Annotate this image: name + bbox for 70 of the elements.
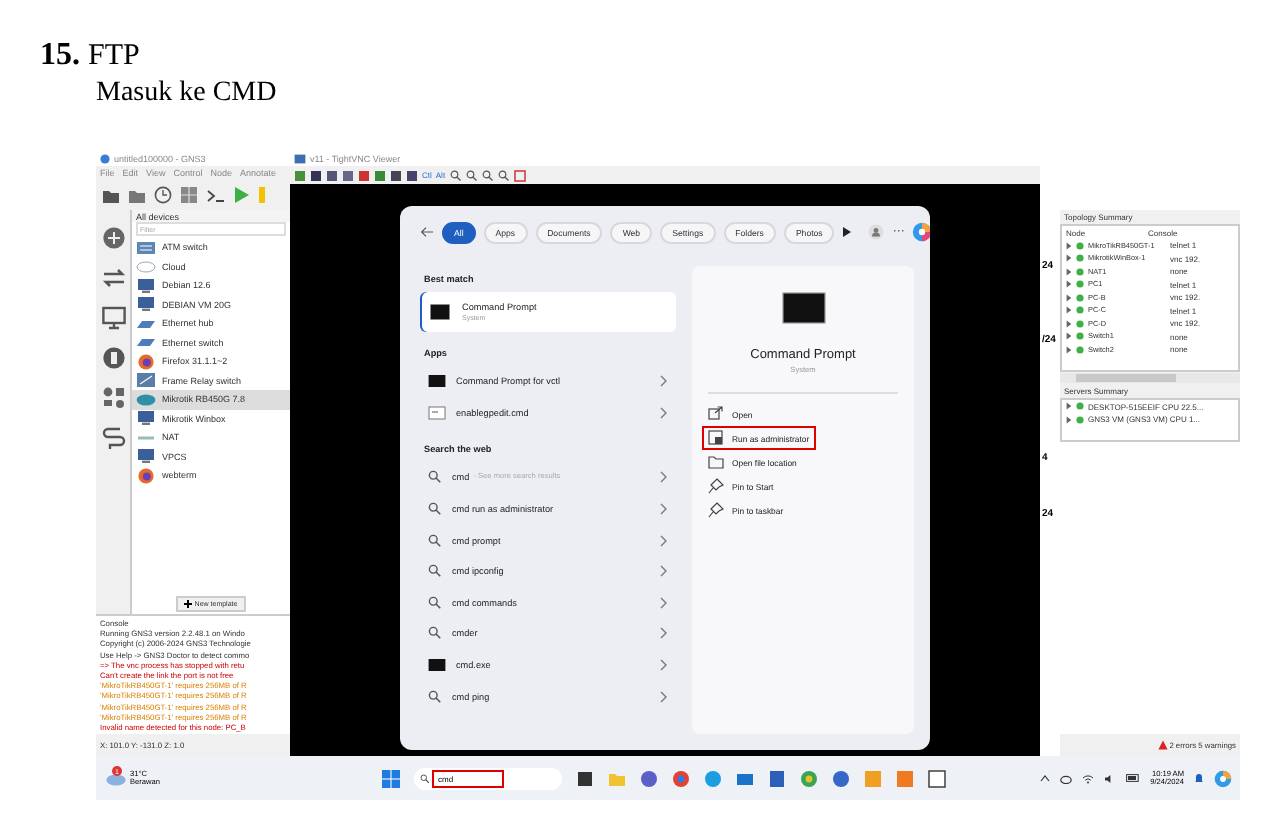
admin-icon	[708, 430, 724, 446]
monitor-icon[interactable]	[101, 306, 125, 330]
copilot-icon[interactable]	[912, 222, 930, 242]
chevron-icon	[658, 564, 668, 579]
section-subtitle: Masuk ke CMD	[96, 78, 277, 108]
zoom-icon[interactable]	[481, 169, 494, 181]
status-dot-icon	[1076, 345, 1084, 354]
cloud-icon	[136, 258, 156, 275]
zoom-icon[interactable]	[465, 169, 478, 181]
chevron-icon	[658, 502, 668, 517]
status-dot-icon	[1076, 415, 1084, 424]
copilot-icon[interactable]	[1214, 769, 1232, 787]
search-icon	[428, 689, 442, 704]
search-icon	[428, 626, 442, 641]
chevron-icon	[658, 470, 668, 485]
viewer-logo-icon	[294, 153, 306, 163]
section-number: 15.	[40, 38, 80, 74]
zoom-icon[interactable]	[449, 169, 462, 181]
status-dot-icon	[1076, 402, 1084, 411]
search-icon	[420, 773, 430, 783]
chevron-icon	[658, 405, 668, 420]
section-title: FTP	[88, 40, 140, 74]
account-icon[interactable]	[868, 224, 885, 240]
chevron-up-icon[interactable]	[1040, 774, 1051, 782]
search-icon	[428, 564, 442, 579]
cable-icon[interactable]	[101, 426, 125, 450]
terminal-icon[interactable]	[206, 187, 226, 203]
status-dot-icon	[1076, 319, 1084, 328]
status-dot-icon	[1076, 332, 1084, 341]
open-icon	[708, 406, 724, 422]
chevron-icon	[658, 374, 668, 389]
windows-start-icon[interactable]	[382, 769, 400, 787]
plus-icon	[184, 600, 193, 608]
status-dot-icon	[1076, 306, 1084, 315]
clock-icon[interactable]	[154, 186, 172, 204]
back-arrow-icon[interactable]	[420, 226, 434, 238]
search-icon	[428, 470, 442, 485]
pin-icon	[708, 502, 724, 518]
chevron-icon	[658, 533, 668, 548]
warning-icon	[1157, 740, 1168, 750]
all-devices-icon[interactable]	[101, 386, 125, 410]
search-icon	[428, 595, 442, 610]
switch-icon[interactable]	[101, 266, 125, 290]
battery-icon[interactable]	[1126, 774, 1141, 782]
fullscreen-icon[interactable]	[513, 169, 526, 181]
network-switch-icon	[136, 239, 156, 256]
wifi-icon[interactable]	[1082, 773, 1095, 783]
folder-icon	[708, 454, 724, 470]
bell-icon[interactable]	[1194, 772, 1204, 784]
search-icon	[428, 533, 442, 548]
status-dot-icon	[1076, 254, 1084, 263]
chevron-icon	[658, 658, 668, 673]
security-device-icon[interactable]	[101, 346, 125, 370]
script-file-icon	[428, 405, 446, 420]
pin-icon	[708, 478, 724, 494]
relay-switch-icon	[136, 372, 156, 389]
play-icon[interactable]	[842, 226, 853, 238]
search-icon	[428, 502, 442, 517]
status-dot-icon	[1076, 267, 1084, 276]
horizontal-scrollbar[interactable]	[1060, 372, 1240, 384]
chevron-icon	[658, 626, 668, 641]
cloud-icon[interactable]	[104, 770, 126, 786]
status-dot-icon	[1076, 241, 1084, 250]
status-dot-icon	[1076, 280, 1084, 289]
zoom-icon[interactable]	[497, 169, 510, 181]
chevron-icon	[658, 689, 668, 704]
app-logo-icon	[100, 153, 110, 163]
chevron-icon	[658, 595, 668, 610]
grid-icon[interactable]	[180, 186, 198, 204]
status-dot-icon	[1076, 293, 1084, 302]
